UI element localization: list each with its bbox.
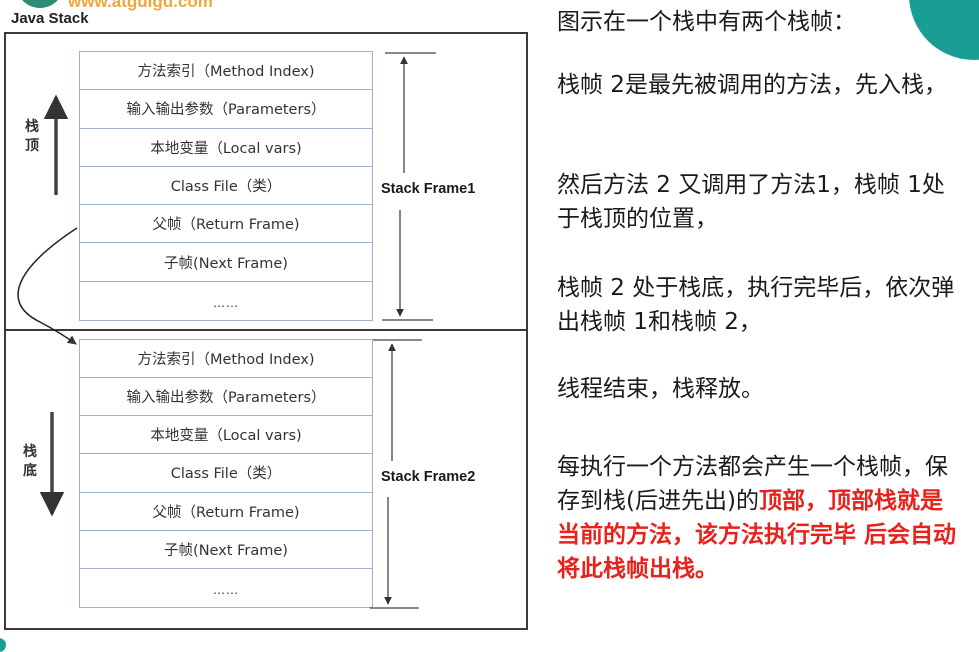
- note-thread-end: 线程结束，栈释放。: [557, 376, 764, 402]
- frame1-next-frame: 子帧(Next Frame): [80, 243, 372, 282]
- frame2-local-vars: 本地变量（Local vars): [80, 416, 372, 455]
- stack-frame-1-label: Stack Frame1: [381, 181, 476, 197]
- note-summary: 每执行一个方法都会产生一个栈帧，保存到栈(后进先出)的顶部，顶部栈就是当前的方法…: [557, 450, 962, 586]
- note-frame2-first: 栈帧 2是最先被调用的方法，先入栈，: [557, 72, 947, 98]
- stack-top-label: 栈顶: [25, 119, 39, 154]
- stack-frame-2: 方法索引（Method Index) 输入输出参数（Parameters） 本地…: [79, 339, 373, 608]
- note-pop-order: 栈帧 2 处于栈底，执行完毕后，依次弹出栈帧 1和栈帧 2，: [557, 275, 955, 335]
- frame1-ellipsis: ……: [213, 295, 239, 310]
- frame1-class-file: Class File（类）: [80, 167, 372, 206]
- decorative-corner-shape: [909, 0, 979, 60]
- stack-frame-2-label: Stack Frame2: [381, 469, 476, 485]
- frame1-parameters: 输入输出参数（Parameters）: [80, 90, 372, 129]
- frame-divider: [4, 329, 528, 331]
- frame2-ellipsis: ……: [213, 582, 239, 597]
- java-stack-title: Java Stack: [11, 10, 89, 27]
- stack-frame-1: 方法索引（Method Index) 输入输出参数（Parameters） 本地…: [79, 51, 373, 321]
- frame2-parameters: 输入输出参数（Parameters）: [80, 378, 372, 417]
- brand-url: www.atguigu.com: [68, 0, 213, 11]
- note-frame1-top: 然后方法 2 又调用了方法1，栈帧 1处于栈顶的位置，: [557, 172, 945, 232]
- frame1-local-vars: 本地变量（Local vars): [80, 129, 372, 167]
- frame1-return-frame: 父帧（Return Frame): [80, 205, 372, 244]
- decorative-corner-dot: [0, 638, 6, 652]
- frame2-next-frame: 子帧(Next Frame): [80, 531, 372, 569]
- frame2-method-index: 方法索引（Method Index): [80, 340, 372, 379]
- logo-icon: [16, 0, 64, 8]
- frame2-return-frame: 父帧（Return Frame): [80, 493, 372, 531]
- note-intro: 图示在一个栈中有两个栈帧：: [557, 9, 856, 35]
- stack-bottom-label: 栈底: [23, 444, 37, 479]
- frame2-class-file: Class File（类）: [80, 454, 372, 493]
- frame1-method-index: 方法索引（Method Index): [80, 52, 372, 91]
